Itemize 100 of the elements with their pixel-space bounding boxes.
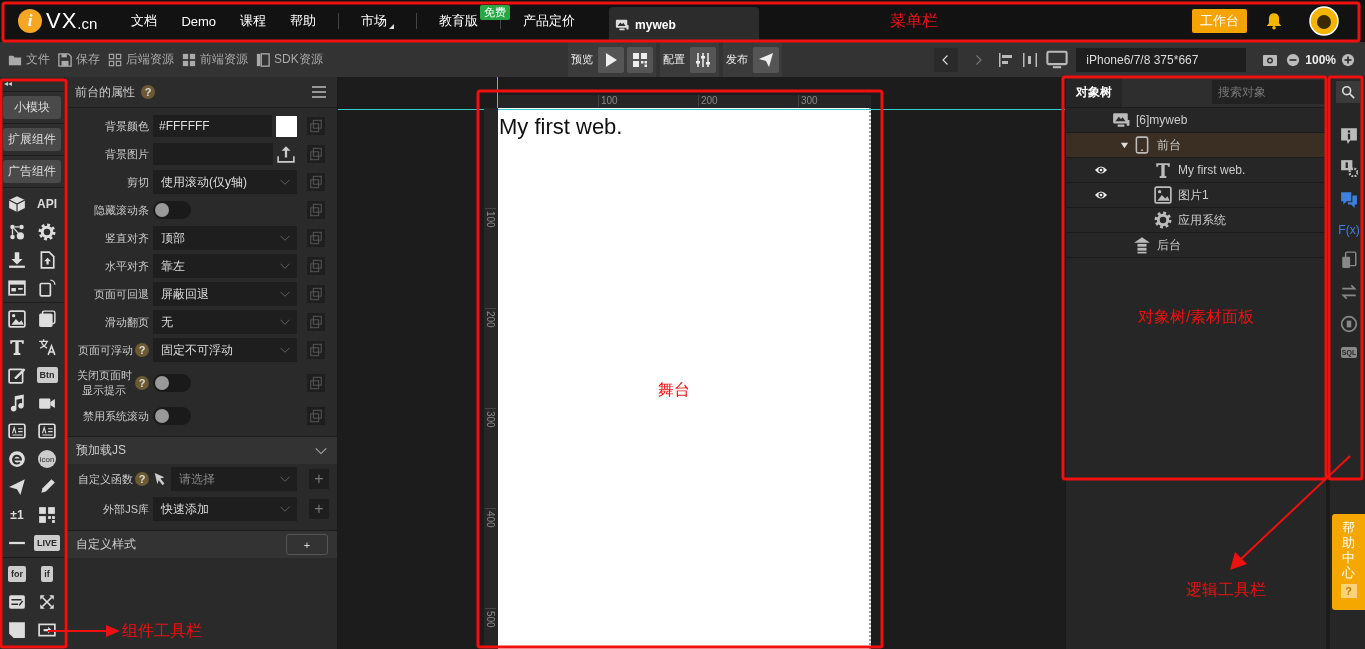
sliders-button[interactable] — [690, 46, 716, 73]
avatar[interactable] — [1309, 6, 1339, 36]
circle-icon[interactable] — [1340, 315, 1358, 333]
tree-row[interactable]: My first web. — [1066, 158, 1326, 183]
select-field[interactable]: 屏蔽回退 — [153, 282, 297, 306]
toggle-switch[interactable] — [153, 374, 191, 392]
nav-link[interactable]: 课程 — [240, 0, 267, 42]
select-field[interactable]: 靠左 — [153, 254, 297, 278]
help-icon[interactable]: ? — [135, 376, 149, 390]
device-field[interactable]: iPhone6/7/8 375*667 — [1076, 47, 1247, 72]
play-button[interactable] — [598, 46, 624, 73]
file-upload-icon[interactable] — [38, 251, 56, 269]
gear-icon[interactable] — [38, 223, 56, 241]
expand-icon[interactable] — [38, 593, 56, 611]
browser-icon[interactable] — [8, 450, 26, 468]
chat-icon[interactable] — [1340, 191, 1358, 209]
add-button[interactable]: + — [309, 499, 329, 519]
bell-icon[interactable] — [1265, 12, 1283, 30]
help-icon[interactable]: ? — [141, 85, 155, 99]
note-icon[interactable] — [8, 621, 26, 639]
tool-label[interactable]: ±1 — [10, 508, 24, 522]
zoom-in-icon[interactable] — [1341, 52, 1355, 67]
help-icon[interactable]: ? — [135, 343, 149, 357]
toggle-switch[interactable] — [153, 407, 191, 425]
section-title[interactable]: 自定义样式 — [76, 536, 136, 553]
search-button[interactable] — [1336, 81, 1360, 103]
tool-tag[interactable]: for — [8, 566, 26, 582]
translate-icon[interactable] — [38, 338, 56, 356]
toolbar-action[interactable]: 前端资源 — [182, 51, 248, 68]
arrow-box-icon[interactable] — [38, 621, 56, 639]
edit-icon[interactable] — [8, 366, 26, 384]
color-field[interactable]: #FFFFFF — [153, 115, 272, 137]
align-left-icon[interactable] — [998, 51, 1015, 68]
nav-link[interactable]: 文档 — [131, 0, 158, 42]
tool-tag[interactable]: LIVE — [34, 535, 60, 551]
toolbar-action[interactable]: SDK资源 — [256, 51, 323, 68]
toggle-switch[interactable] — [153, 201, 191, 219]
window-icon[interactable] — [8, 279, 26, 297]
search-field[interactable]: 搜索对象 — [1212, 80, 1326, 104]
image-icon[interactable] — [8, 310, 26, 328]
select-field[interactable]: 快速添加 — [153, 497, 297, 521]
select-field[interactable]: 固定不可浮动 — [153, 338, 297, 362]
tool-label[interactable]: API — [37, 197, 57, 211]
nav-link[interactable]: 产品定价 — [523, 0, 576, 42]
download-icon[interactable] — [8, 251, 26, 269]
back-button[interactable] — [934, 47, 959, 72]
devices-icon[interactable] — [38, 279, 56, 297]
edit-box-icon[interactable] — [8, 593, 26, 611]
monitor-icon[interactable] — [1046, 48, 1069, 71]
tree-row[interactable]: 前台 — [1066, 133, 1326, 158]
collapse-toggle[interactable]: ◂◂ — [0, 77, 64, 91]
panel-tab[interactable]: 对象树 — [1066, 77, 1122, 107]
zoom-out-icon[interactable] — [1286, 52, 1301, 67]
add-button[interactable]: + — [309, 469, 329, 489]
pen-icon[interactable] — [38, 478, 56, 496]
select-field[interactable]: 使用滚动(仅y轴) — [153, 170, 297, 194]
send-button[interactable] — [753, 46, 779, 73]
tree-row[interactable]: 应用系统 — [1066, 208, 1326, 233]
tool-tag[interactable]: Btn — [36, 367, 58, 383]
select-field[interactable]: 无 — [153, 310, 297, 334]
text-icon[interactable] — [8, 338, 26, 356]
section-title[interactable]: 预加载JS — [76, 442, 126, 459]
nav-link[interactable]: 教育版 — [439, 0, 479, 42]
images-icon[interactable] — [38, 310, 56, 328]
color-swatch[interactable] — [276, 115, 297, 137]
text-card-icon[interactable] — [8, 422, 26, 440]
qr-code-icon[interactable] — [38, 506, 56, 524]
expand-arrow-icon[interactable] — [1119, 140, 1129, 150]
toolbar-action[interactable]: 后端资源 — [108, 51, 174, 68]
tree-row[interactable]: 图片1 — [1066, 183, 1326, 208]
function-tool[interactable]: F(x) — [1338, 223, 1360, 237]
select-field[interactable]: 顶部 — [153, 226, 297, 250]
toolbar-action[interactable]: 文件 — [8, 51, 50, 68]
category-button[interactable]: 扩展组件 — [3, 128, 61, 151]
cursor-icon[interactable] — [153, 472, 167, 486]
tool-tag[interactable]: icon — [38, 450, 56, 468]
info-icon[interactable] — [1340, 127, 1358, 145]
network-icon[interactable] — [8, 223, 26, 241]
page-text[interactable]: My first web. — [499, 114, 623, 140]
tool-tag[interactable]: if — [41, 566, 53, 582]
add-button[interactable]: + — [286, 534, 328, 555]
select-field[interactable]: 请选择 — [171, 467, 297, 491]
music-icon[interactable] — [8, 394, 26, 412]
category-button[interactable]: 广告组件 — [3, 160, 61, 183]
nav-link[interactable]: 帮助 — [290, 0, 317, 42]
document-icon[interactable] — [1340, 251, 1358, 269]
tree-row[interactable]: 后台 — [1066, 233, 1326, 258]
upload-icon[interactable] — [277, 145, 295, 163]
menu-icon[interactable] — [311, 84, 327, 100]
text-card-icon[interactable] — [38, 422, 56, 440]
category-button[interactable]: 小模块 — [3, 96, 61, 119]
plane-icon[interactable] — [8, 478, 26, 496]
document-tab[interactable]: myweb — [609, 7, 760, 42]
cube-icon[interactable] — [8, 195, 26, 213]
nav-link[interactable]: Demo — [181, 0, 217, 42]
help-icon[interactable]: ? — [135, 472, 149, 486]
toolbar-action[interactable]: 保存 — [58, 51, 100, 68]
info-settings-icon[interactable] — [1340, 159, 1358, 177]
swap-icon[interactable] — [1340, 283, 1358, 301]
distribute-icon[interactable] — [1022, 51, 1039, 68]
